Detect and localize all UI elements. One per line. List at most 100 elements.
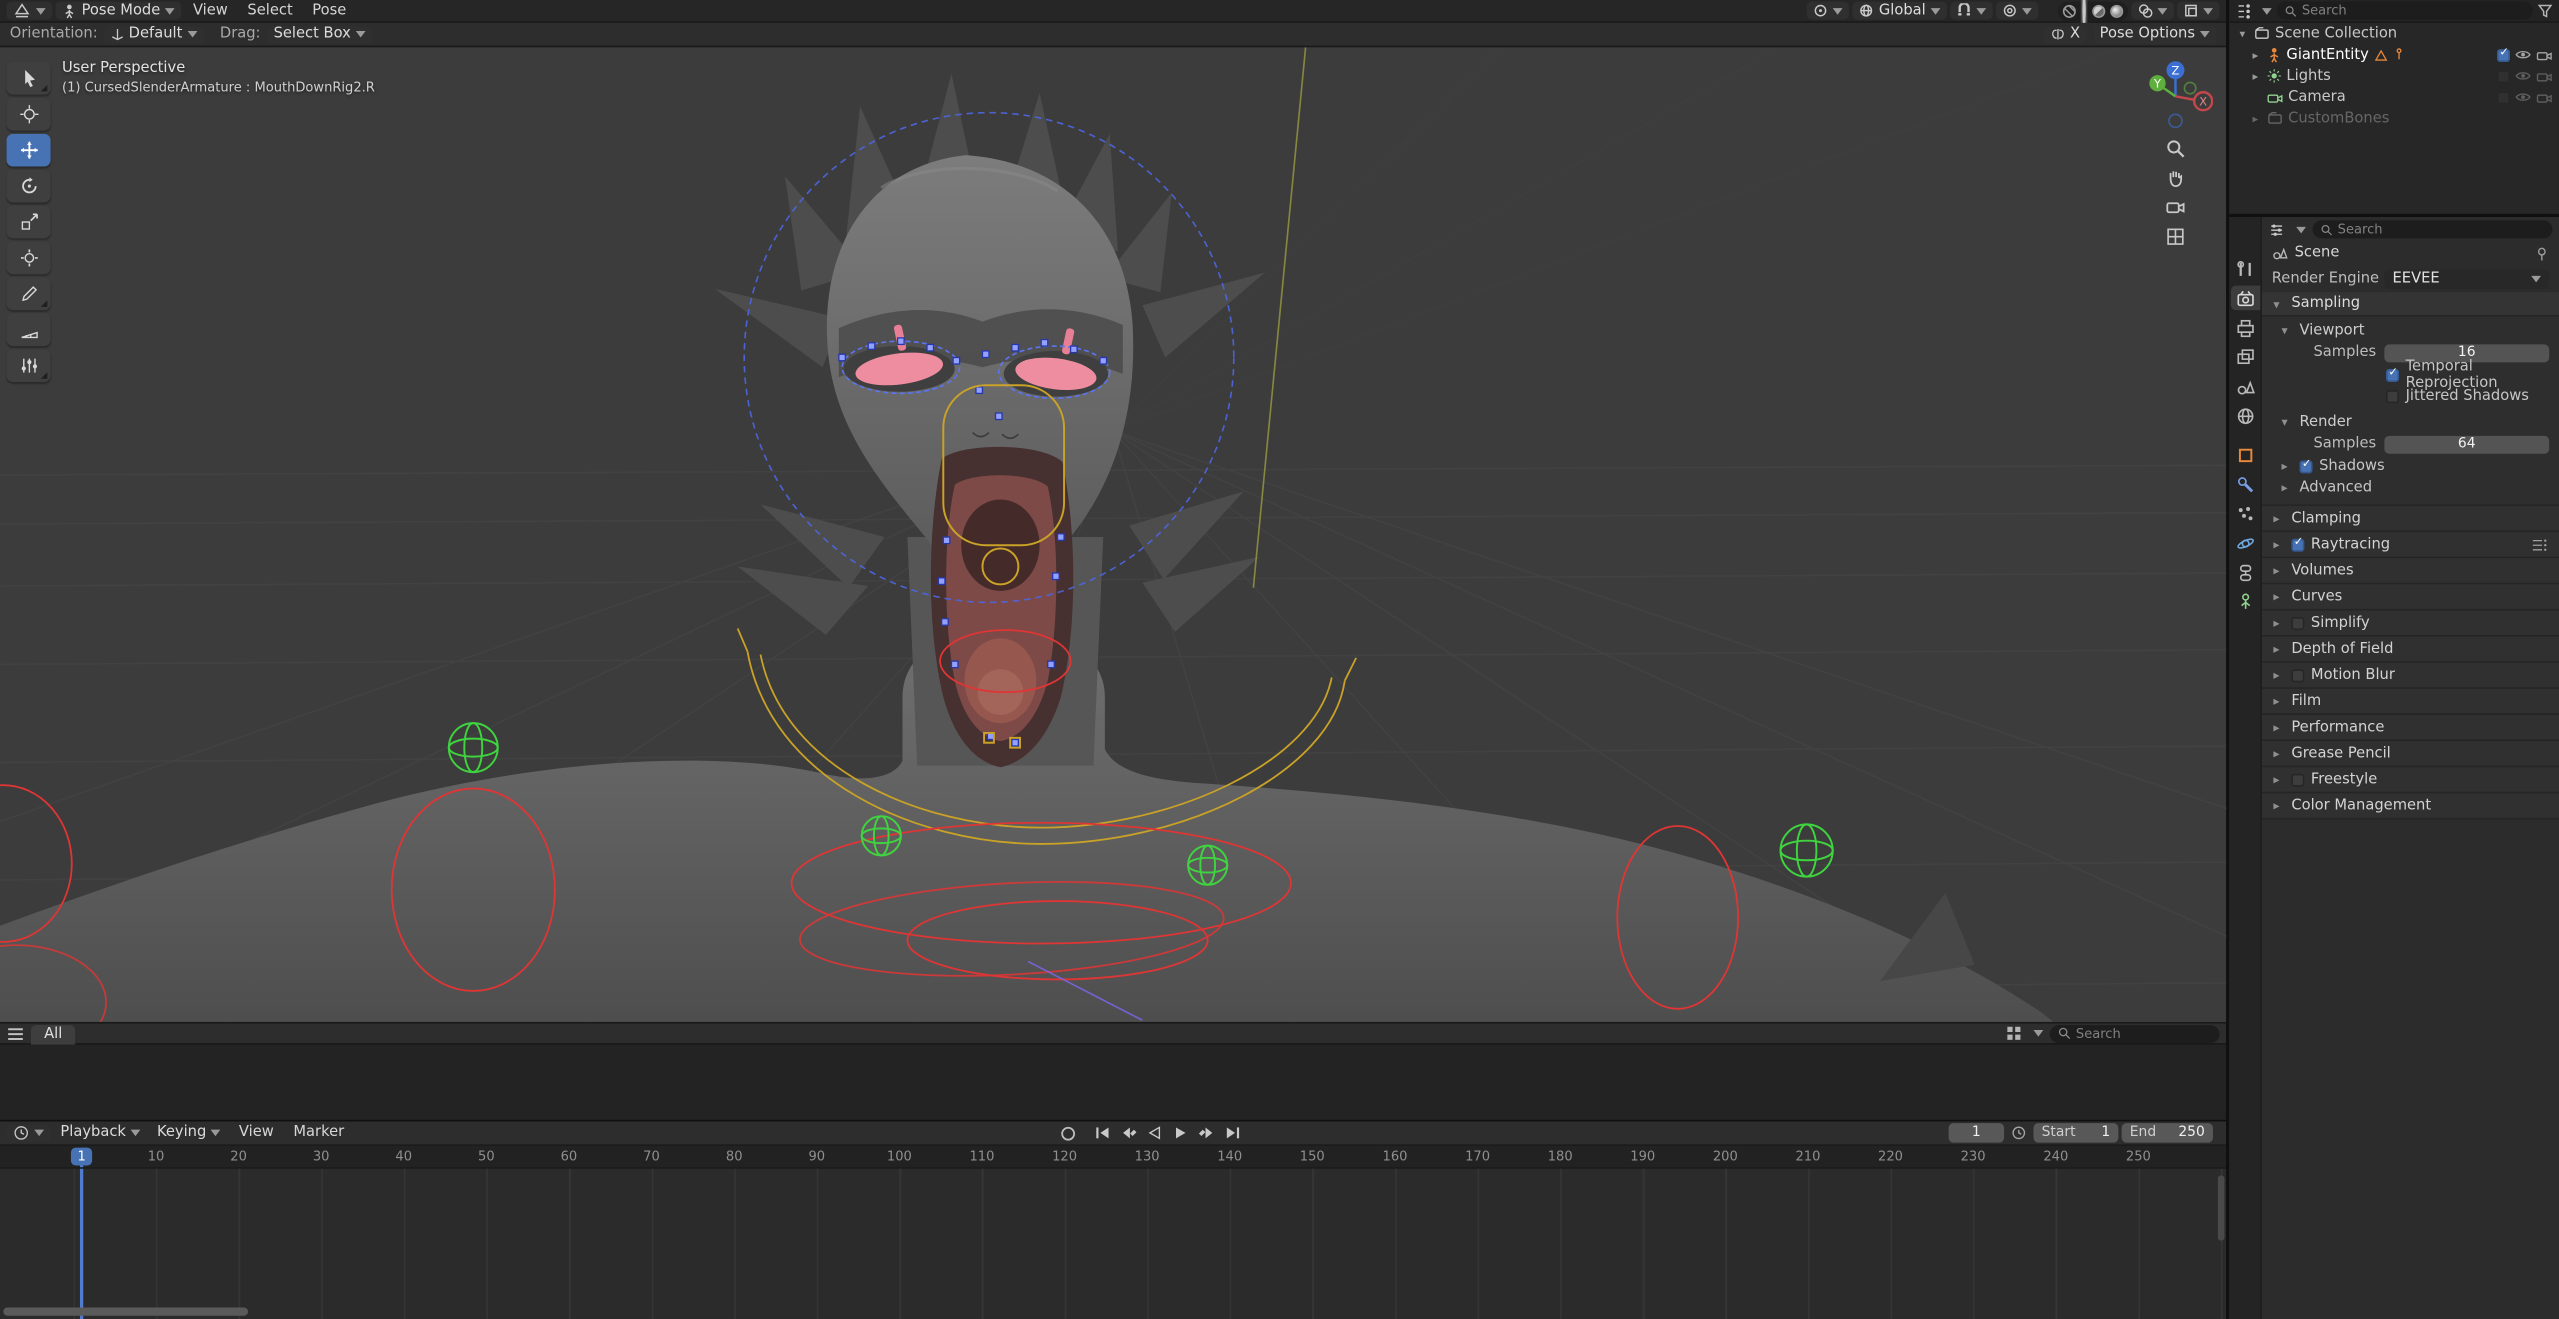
chevron-down-icon[interactable] <box>2033 1030 2044 1037</box>
properties-search-input[interactable] <box>2337 222 2545 237</box>
shelf-display-grid-button[interactable] <box>2006 1025 2022 1041</box>
eye-icon[interactable] <box>2515 91 2531 102</box>
panel-curves[interactable]: ▸ Curves <box>2261 584 2559 611</box>
disclosure-icon[interactable]: ▸ <box>2249 112 2262 125</box>
panel-volumes[interactable]: ▸ Volumes <box>2261 558 2559 585</box>
properties-tab-object[interactable] <box>2230 442 2259 466</box>
panel-film[interactable]: ▸ Film <box>2261 688 2559 715</box>
outliner-filter-button[interactable] <box>2537 3 2553 18</box>
render-camera-icon[interactable] <box>2536 69 2552 82</box>
outliner-search-input[interactable] <box>2301 3 2525 18</box>
axis-gizmo[interactable]: Z Y X <box>2138 56 2213 131</box>
selectable-checkbox[interactable] <box>2496 46 2511 62</box>
timeline-view-menu[interactable]: View <box>231 1121 282 1144</box>
disclosure-icon[interactable]: ▸ <box>2249 69 2262 82</box>
tool-select-box[interactable] <box>6 62 51 95</box>
properties-tab-world[interactable] <box>2230 403 2259 427</box>
tool-measure[interactable] <box>6 313 51 347</box>
pin-icon[interactable] <box>2534 246 2549 261</box>
proportional-editing-dropdown[interactable] <box>1995 1 2039 20</box>
panel-depth-of-field[interactable]: ▸ Depth of Field <box>2261 636 2559 663</box>
camera-view-button[interactable] <box>2163 194 2187 218</box>
panel-raytracing[interactable]: ▸ Raytracing <box>2261 532 2559 559</box>
jump-to-start-button[interactable] <box>1093 1125 1111 1141</box>
outliner-search[interactable] <box>2276 1 2533 20</box>
outliner-row-custombones[interactable]: ▸ CustomBones <box>2229 108 2559 129</box>
pan-button[interactable] <box>2163 165 2187 189</box>
gizmos-dropdown[interactable] <box>2177 1 2220 20</box>
viewport-canvas[interactable]: User Perspective (1) CursedSlenderArmatu… <box>0 47 2227 1022</box>
properties-tab-particles[interactable] <box>2230 501 2259 525</box>
tool-move[interactable] <box>6 133 51 167</box>
selectable-checkbox[interactable] <box>2496 90 2511 104</box>
auto-keying-toggle[interactable] <box>1059 1124 1077 1142</box>
frame-end-field[interactable]: End 250 <box>2121 1123 2213 1143</box>
pivot-point-dropdown[interactable] <box>1807 1 1850 20</box>
orientation-default-dropdown[interactable]: Default <box>104 25 204 44</box>
outliner-row-camera[interactable]: Camera <box>2229 87 2559 108</box>
render-camera-icon[interactable] <box>2536 48 2552 61</box>
panel-grease-pencil[interactable]: ▸ Grease Pencil <box>2261 741 2559 768</box>
eye-icon[interactable] <box>2515 49 2531 60</box>
transform-orientation-dropdown[interactable]: Global <box>1852 1 1947 20</box>
play-button[interactable] <box>1172 1125 1190 1141</box>
playhead-chip[interactable]: 1 <box>70 1147 93 1166</box>
properties-tab-object-data[interactable] <box>2230 589 2259 613</box>
subpanel-render-header[interactable]: ▾ Render <box>2262 411 2559 432</box>
panel-performance[interactable]: ▸ Performance <box>2261 714 2559 742</box>
asset-shelf-content[interactable] <box>0 1044 2227 1122</box>
current-frame-field[interactable]: 1 <box>1948 1123 2005 1143</box>
panel-clamping[interactable]: ▸ Clamping <box>2261 506 2559 533</box>
panel-color-management[interactable]: ▸ Color Management <box>2261 793 2559 820</box>
playback-menu[interactable]: Playback <box>54 1124 147 1142</box>
tool-cursor[interactable] <box>6 97 51 131</box>
advanced-row[interactable]: ▸ Advanced <box>2262 477 2559 498</box>
properties-tab-render[interactable] <box>2230 285 2260 311</box>
render-camera-icon[interactable] <box>2536 91 2552 104</box>
properties-tab-modifiers[interactable] <box>2230 472 2259 496</box>
shelf-search[interactable] <box>2049 1024 2220 1043</box>
overlays-dropdown[interactable] <box>2131 1 2174 20</box>
disclosure-icon[interactable]: ▸ <box>2249 48 2262 61</box>
menu-select[interactable]: Select <box>239 0 301 22</box>
selectable-checkbox[interactable] <box>2496 69 2511 83</box>
x-mirror-toggle[interactable]: X <box>2043 25 2087 44</box>
shading-wireframe-icon[interactable] <box>2062 4 2076 18</box>
frame-start-field[interactable]: Start 1 <box>2033 1123 2119 1143</box>
keying-menu[interactable]: Keying <box>150 1124 227 1142</box>
motion-blur-checkbox[interactable] <box>2291 668 2305 682</box>
panel-simplify[interactable]: ▸ Simplify <box>2261 610 2559 637</box>
properties-tab-constraints[interactable] <box>2230 560 2259 584</box>
shelf-menu-button[interactable] <box>7 1026 25 1041</box>
simplify-checkbox[interactable] <box>2291 616 2305 630</box>
properties-tab-physics[interactable] <box>2230 531 2259 555</box>
properties-tab-tool[interactable] <box>2230 256 2259 280</box>
timeline-vertical-scrollbar[interactable] <box>2217 1175 2225 1241</box>
timeline-track-area[interactable] <box>0 1168 2227 1319</box>
timeline-horizontal-scrollbar[interactable] <box>3 1307 249 1316</box>
jittered-shadows-checkbox[interactable] <box>2385 389 2400 403</box>
properties-search[interactable] <box>2312 220 2553 239</box>
playhead-line[interactable] <box>79 1168 84 1319</box>
pose-options-dropdown[interactable]: Pose Options <box>2093 25 2217 44</box>
panel-freestyle[interactable]: ▸ Freestyle <box>2261 767 2559 794</box>
raytracing-checkbox[interactable] <box>2291 535 2305 551</box>
menu-view[interactable]: View <box>185 0 236 22</box>
panel-motion-blur[interactable]: ▸ Motion Blur <box>2261 662 2559 689</box>
zoom-button[interactable] <box>2163 135 2187 159</box>
render-samples-field[interactable]: 64 <box>2384 435 2550 453</box>
properties-editor-type-button[interactable] <box>2268 221 2284 237</box>
disclosure-icon[interactable]: ▾ <box>2236 27 2249 40</box>
menu-pose[interactable]: Pose <box>304 0 354 22</box>
tool-scale[interactable] <box>6 205 51 239</box>
shading-rendered-icon[interactable] <box>2110 4 2124 18</box>
chevron-down-icon[interactable] <box>2296 226 2307 233</box>
subpanel-viewport-header[interactable]: ▾ Viewport <box>2262 320 2559 341</box>
tool-rotate[interactable] <box>6 169 51 203</box>
properties-tab-scene[interactable] <box>2230 374 2259 398</box>
next-keyframe-button[interactable] <box>1198 1125 1216 1141</box>
freestyle-checkbox[interactable] <box>2291 772 2305 787</box>
drag-mode-dropdown[interactable]: Select Box <box>267 25 373 44</box>
shading-material-icon[interactable] <box>2092 4 2106 18</box>
outliner-row-lights[interactable]: ▸ Lights <box>2229 65 2559 86</box>
